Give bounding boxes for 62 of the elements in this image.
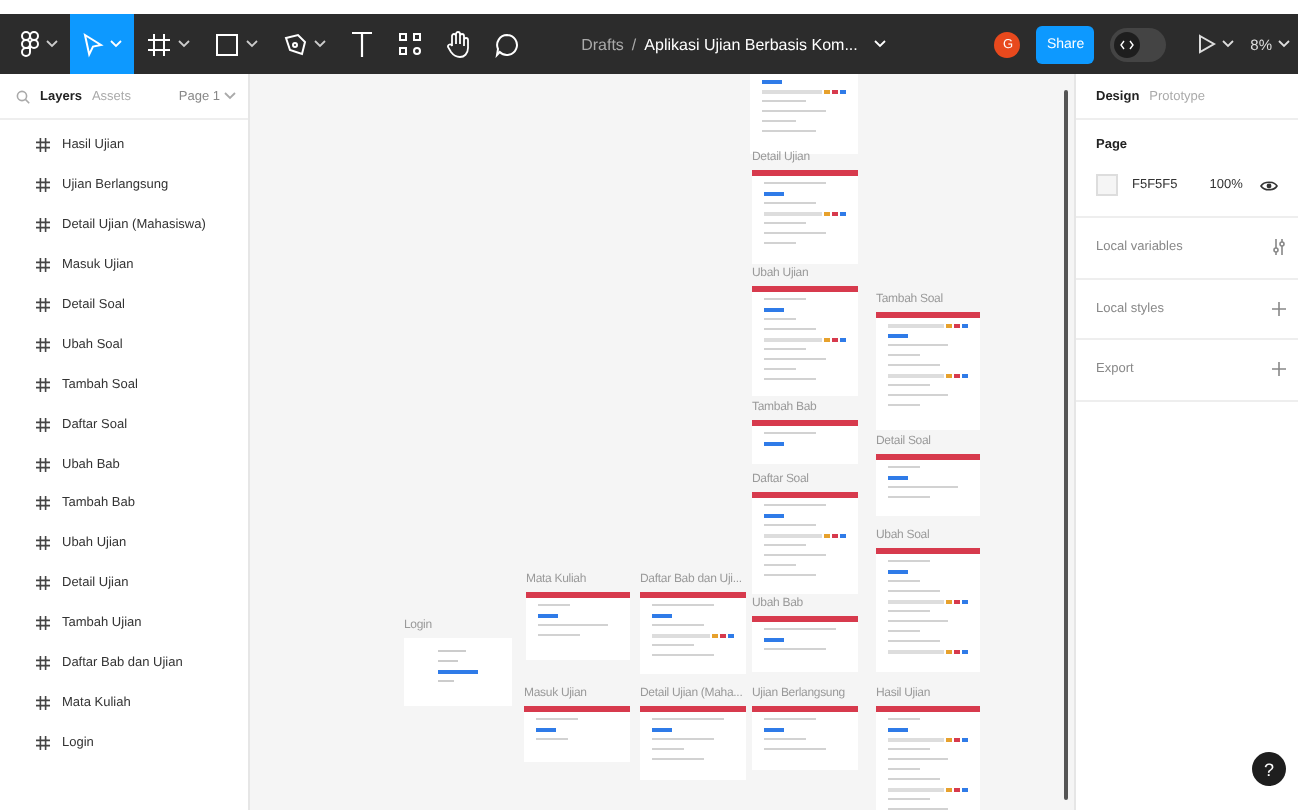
caret-icon bbox=[314, 40, 326, 48]
scrollbar[interactable] bbox=[1064, 90, 1068, 800]
hand-icon bbox=[446, 30, 470, 58]
hash-icon bbox=[146, 31, 172, 57]
frame-icon bbox=[36, 616, 50, 631]
frame-preview[interactable] bbox=[404, 638, 512, 706]
caret-icon bbox=[224, 92, 236, 100]
figma-logo-icon bbox=[20, 30, 40, 58]
comment-icon bbox=[494, 31, 520, 57]
cursor-icon bbox=[82, 31, 104, 57]
components-icon bbox=[398, 32, 422, 56]
frame-preview[interactable] bbox=[876, 706, 980, 810]
caret-icon bbox=[873, 40, 886, 48]
file-name-button[interactable]: Aplikasi Ujian Berbasis Kom... bbox=[644, 35, 886, 53]
frame-icon bbox=[36, 695, 50, 710]
frame-preview[interactable] bbox=[640, 706, 746, 780]
present-button[interactable] bbox=[1198, 34, 1235, 54]
frame-icon bbox=[36, 178, 50, 193]
folder-link[interactable]: Drafts bbox=[581, 35, 624, 53]
color-swatch[interactable] bbox=[1096, 174, 1118, 196]
help-button[interactable]: ? bbox=[1252, 752, 1286, 786]
variables-icon[interactable] bbox=[1272, 238, 1286, 257]
frame-icon bbox=[36, 576, 50, 591]
plus-icon[interactable] bbox=[1272, 301, 1286, 316]
frame-preview[interactable] bbox=[752, 492, 858, 594]
caret-icon bbox=[1222, 40, 1235, 48]
frame-preview[interactable] bbox=[876, 312, 980, 430]
caret-icon bbox=[1278, 40, 1290, 48]
frame-icon bbox=[36, 218, 50, 233]
eye-icon[interactable] bbox=[1260, 179, 1278, 191]
frame-icon bbox=[36, 377, 50, 392]
frame-icon bbox=[36, 298, 50, 312]
pen-icon bbox=[282, 31, 308, 57]
breadcrumb-separator: / bbox=[631, 35, 637, 53]
square-icon bbox=[214, 31, 240, 57]
frame-preview[interactable] bbox=[752, 706, 858, 770]
frame-icon bbox=[36, 258, 50, 273]
caret-icon bbox=[46, 40, 58, 48]
frame-icon bbox=[36, 735, 50, 750]
frame-icon bbox=[36, 496, 50, 511]
frame-icon bbox=[36, 138, 50, 153]
caret-icon bbox=[246, 40, 258, 48]
frame-preview[interactable] bbox=[524, 706, 630, 762]
frame-icon bbox=[36, 417, 50, 432]
caret-icon bbox=[110, 40, 122, 48]
frame-preview[interactable] bbox=[752, 616, 858, 672]
frame-icon bbox=[36, 337, 50, 352]
frame-preview[interactable] bbox=[640, 592, 746, 674]
frame-preview[interactable] bbox=[526, 592, 630, 660]
frame-preview[interactable] bbox=[876, 454, 980, 516]
frame-preview[interactable] bbox=[876, 548, 980, 672]
code-icon bbox=[1114, 31, 1141, 57]
caret-icon bbox=[178, 40, 190, 48]
frame-icon bbox=[36, 536, 50, 551]
frame-preview[interactable] bbox=[752, 286, 858, 396]
text-icon bbox=[350, 30, 374, 58]
frame-preview[interactable] bbox=[752, 420, 858, 464]
frame-icon bbox=[36, 457, 50, 472]
frame-preview[interactable] bbox=[752, 170, 858, 264]
frame-icon bbox=[36, 656, 50, 671]
plus-icon[interactable] bbox=[1272, 362, 1286, 377]
dev-mode-toggle[interactable] bbox=[1110, 27, 1167, 61]
